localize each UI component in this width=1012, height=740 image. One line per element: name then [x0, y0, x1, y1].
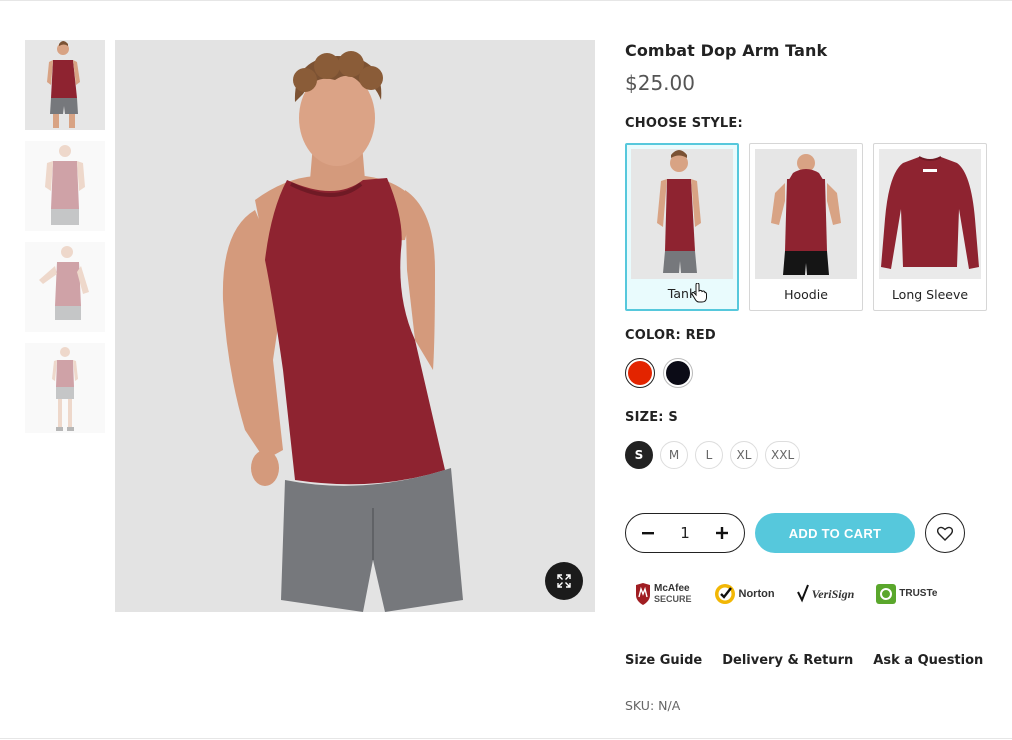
- style-option-label: Hoodie: [784, 287, 828, 302]
- size-option-xl[interactable]: XL: [730, 441, 758, 469]
- tank-style-image: [631, 149, 733, 279]
- long-sleeve-style-image: [879, 149, 981, 279]
- thumbnail-side-view[interactable]: [25, 242, 105, 332]
- truste-icon: [876, 584, 897, 604]
- delivery-return-link[interactable]: Delivery & Return: [722, 653, 853, 668]
- size-option-m[interactable]: M: [660, 441, 688, 469]
- model-photo: [115, 40, 595, 612]
- top-divider: [0, 0, 1012, 1]
- product-price: $25.00: [625, 71, 695, 95]
- style-option-label: Long Sleeve: [891, 287, 969, 302]
- hoodie-style-image: [755, 149, 857, 279]
- main-product-image[interactable]: [115, 40, 595, 612]
- style-option-hoodie[interactable]: Hoodie: [749, 143, 863, 311]
- size-option-xxl[interactable]: XXL: [765, 441, 801, 469]
- size-option-l[interactable]: L: [695, 441, 723, 469]
- color-label: COLOR: RED: [625, 328, 716, 343]
- style-options: Tank Hoodie Long Sleeve: [625, 143, 987, 311]
- heart-icon: [937, 526, 953, 541]
- thumbnail-gallery: [25, 40, 105, 444]
- size-label: SIZE: S: [625, 410, 678, 425]
- style-option-label: Tank: [667, 286, 697, 301]
- style-label: CHOOSE STYLE:: [625, 116, 743, 131]
- verisign-badge: VeriSign: [796, 580, 855, 608]
- hand-cursor-icon: [691, 283, 707, 303]
- product-details: Combat Dop Arm Tank $25.00 CHOOSE STYLE:…: [625, 40, 995, 713]
- mcafee-shield-icon: [636, 583, 650, 605]
- mcafee-line2: SECURE: [654, 594, 692, 604]
- zoom-button[interactable]: [545, 562, 583, 600]
- expand-icon: [557, 574, 571, 588]
- bottom-divider: [0, 738, 1012, 739]
- verisign-text: VeriSign: [811, 587, 855, 601]
- verisign-check-icon: [796, 584, 809, 603]
- color-options: [625, 358, 693, 388]
- model-thumbnail-image: [25, 343, 105, 433]
- model-thumbnail-image: [25, 40, 105, 130]
- trust-badges: McAfee SECURE Norton VeriSign TRUSTe: [635, 580, 937, 608]
- color-swatch-black[interactable]: [663, 358, 693, 388]
- add-to-cart-button[interactable]: ADD TO CART: [755, 513, 915, 553]
- cart-row: 1 ADD TO CART: [625, 513, 965, 553]
- product-sku: SKU: N/A: [625, 698, 681, 713]
- ask-question-link[interactable]: Ask a Question: [873, 653, 983, 668]
- quantity-plus-button[interactable]: [714, 523, 730, 544]
- product-title: Combat Dop Arm Tank: [625, 41, 828, 60]
- model-thumbnail-image: [25, 242, 105, 332]
- norton-badge: Norton: [714, 580, 775, 608]
- thumbnail-front-view[interactable]: [25, 40, 105, 130]
- wishlist-button[interactable]: [925, 513, 965, 553]
- truste-text: TRUSTe: [899, 588, 938, 599]
- style-option-tank[interactable]: Tank: [625, 143, 739, 311]
- thumbnail-full-body-view[interactable]: [25, 343, 105, 433]
- style-option-long-sleeve[interactable]: Long Sleeve: [873, 143, 987, 311]
- size-options: S M L XL XXL: [625, 441, 801, 469]
- truste-badge: TRUSTe: [876, 580, 937, 608]
- quantity-minus-button[interactable]: [640, 523, 656, 544]
- thumbnail-back-view[interactable]: [25, 141, 105, 231]
- product-links: Size Guide Delivery & Return Ask a Quest…: [625, 653, 983, 668]
- norton-text: Norton: [738, 588, 775, 600]
- norton-check-icon: [714, 584, 735, 604]
- quantity-value[interactable]: 1: [680, 524, 690, 542]
- mcafee-line1: McAfee: [654, 583, 690, 594]
- quantity-stepper: 1: [625, 513, 745, 553]
- size-guide-link[interactable]: Size Guide: [625, 653, 702, 668]
- plus-icon: [715, 526, 728, 539]
- minus-icon: [642, 531, 654, 534]
- model-thumbnail-image: [25, 141, 105, 231]
- color-swatch-red[interactable]: [625, 358, 655, 388]
- size-option-s[interactable]: S: [625, 441, 653, 469]
- mcafee-badge: McAfee SECURE: [635, 580, 692, 608]
